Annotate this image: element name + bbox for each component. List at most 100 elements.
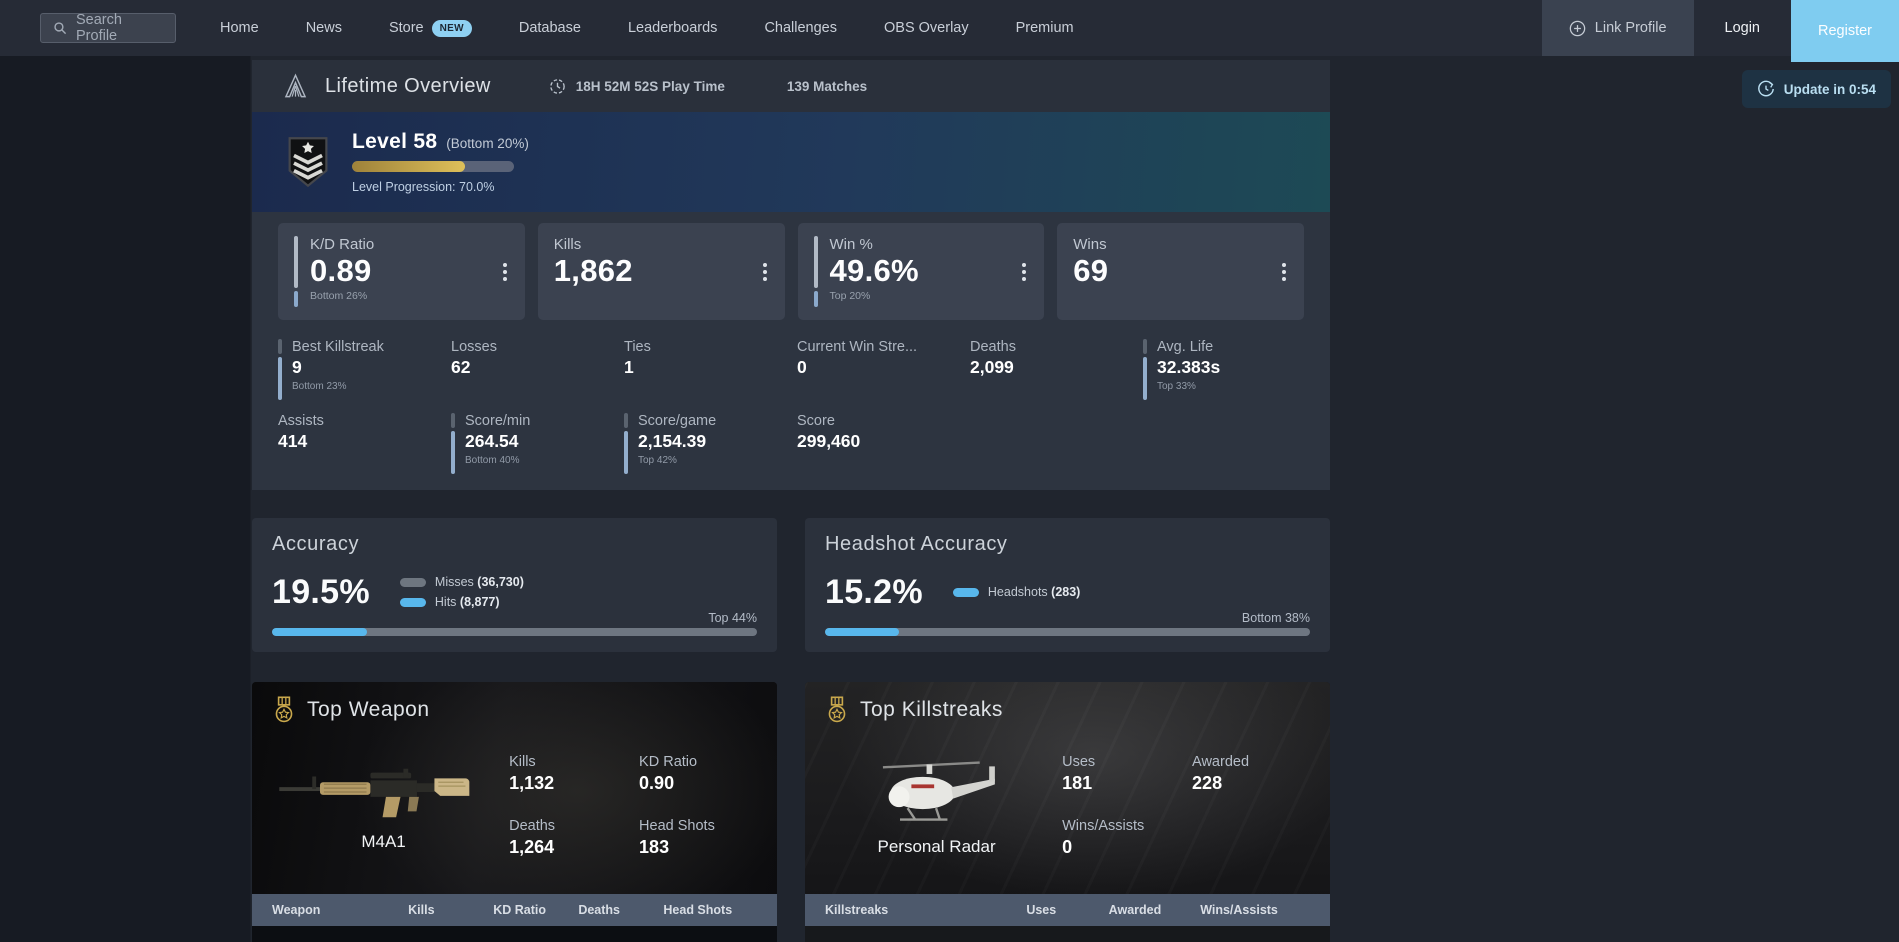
stat-value: 0 — [797, 357, 917, 378]
legend-count: (283) — [1051, 585, 1080, 599]
top-weapon-stats: Kills 1,132 KD Ratio 0.90 Deaths 1,264 — [495, 754, 757, 858]
stat-label: Best Killstreak — [292, 339, 384, 355]
matches-count: 139 Matches — [787, 79, 867, 94]
overview-header: Lifetime Overview 18H 52M 52S Play Time … — [252, 60, 1330, 112]
stat-value: 1,264 — [509, 837, 627, 858]
stat-percentile: Top 20% — [830, 290, 919, 302]
accuracy-title: Accuracy — [272, 533, 757, 556]
stat-best-killstreak: Best Killstreak 9 Bottom 23% — [278, 339, 439, 400]
medal-icon — [272, 696, 296, 724]
stat-label: Wins/Assists — [1062, 818, 1180, 834]
killstreak-stat-uses: Uses 181 — [1062, 754, 1180, 794]
stat-percentile: Bottom 26% — [310, 290, 374, 302]
weapon-stat-kills: Kills 1,132 — [509, 754, 627, 794]
stat-value: 2,154.39 — [638, 431, 716, 452]
th-weapon[interactable]: Weapon — [272, 903, 408, 917]
level-title: Level 58 — [352, 130, 437, 154]
th-wins-assists[interactable]: Wins/Assists — [1200, 903, 1310, 917]
nav-item-challenges[interactable]: Challenges — [764, 20, 837, 36]
nav-item-obs-overlay[interactable]: OBS Overlay — [884, 20, 969, 36]
nav-item-news[interactable]: News — [306, 20, 342, 36]
stat-label: Awarded — [1192, 754, 1310, 770]
stat-assists: Assists 414 — [278, 413, 439, 474]
nav-item-premium[interactable]: Premium — [1016, 20, 1074, 36]
search-profile-label: Search Profile — [76, 12, 163, 44]
search-profile-button[interactable]: Search Profile — [40, 13, 176, 43]
stat-value: 1,132 — [509, 773, 627, 794]
stats-panel: K/D Ratio 0.89 Bottom 26% Kills 1,862 Wi… — [252, 212, 1330, 490]
game-logo-icon — [282, 73, 309, 100]
register-button[interactable]: Register — [1791, 0, 1899, 62]
stat-value: 49.6% — [830, 254, 919, 287]
clock-icon — [549, 78, 566, 95]
card-menu-button[interactable] — [499, 259, 511, 285]
accuracy-percentile: Top 44% — [708, 611, 757, 628]
headshot-accuracy-percentile: Bottom 38% — [1242, 611, 1310, 628]
level-info: Level 58 (Bottom 20%) Level Progression:… — [352, 130, 529, 194]
stats-row-2: Best Killstreak 9 Bottom 23% Losses 62 T… — [278, 339, 1304, 400]
th-kd-ratio[interactable]: KD Ratio — [493, 903, 578, 917]
stat-label: KD Ratio — [639, 754, 757, 770]
top-weapon-title: Top Weapon — [307, 698, 430, 722]
stat-value: 0 — [1062, 837, 1180, 858]
weapon-image-m4a1 — [275, 760, 493, 824]
stat-label: Kills — [554, 236, 633, 253]
nav-item-leaderboards[interactable]: Leaderboards — [628, 20, 718, 36]
stat-label: Deaths — [970, 339, 1016, 355]
stat-value: 264.54 — [465, 431, 530, 452]
stat-card-win-pct: Win % 49.6% Top 20% — [798, 223, 1045, 320]
nav-item-database[interactable]: Database — [519, 20, 581, 36]
accuracy-panel: Accuracy 19.5% Misses (36,730) Hits (8,8… — [252, 518, 777, 652]
level-progress-caption: Level Progression: 70.0% — [352, 180, 529, 194]
level-progress-fill — [352, 161, 465, 172]
update-timer-button[interactable]: Update in 0:54 — [1742, 70, 1891, 108]
stat-label: Assists — [278, 413, 324, 429]
card-menu-button[interactable] — [1278, 259, 1290, 285]
killstreak-stat-awarded: Awarded 228 — [1192, 754, 1310, 794]
stat-label: Losses — [451, 339, 497, 355]
th-deaths[interactable]: Deaths — [578, 903, 663, 917]
killstreaks-table-header: Killstreaks Uses Awarded Wins/Assists — [805, 894, 1330, 926]
stat-label: Uses — [1062, 754, 1180, 770]
nav-item-store[interactable]: Store NEW — [389, 20, 472, 37]
legend-misses: Misses (36,730) — [400, 575, 524, 589]
level-percentile: (Bottom 20%) — [446, 136, 529, 151]
th-killstreaks[interactable]: Killstreaks — [825, 903, 1026, 917]
top-killstreak-name: Personal Radar — [877, 837, 995, 857]
th-uses[interactable]: Uses — [1026, 903, 1108, 917]
play-time-label: 18H 52M 52S Play Time — [576, 79, 725, 94]
stat-score-per-game: Score/game 2,154.39 Top 42% — [624, 413, 785, 474]
card-menu-button[interactable] — [1018, 259, 1030, 285]
headshot-accuracy-title: Headshot Accuracy — [825, 533, 1310, 556]
weapon-table-row-partial — [252, 926, 777, 942]
link-profile-button[interactable]: Link Profile — [1542, 0, 1694, 56]
stat-card-kd-ratio: K/D Ratio 0.89 Bottom 26% — [278, 223, 525, 320]
th-kills[interactable]: Kills — [408, 903, 493, 917]
top-killstreaks-title: Top Killstreaks — [860, 698, 1003, 722]
nav-item-store-label: Store — [389, 20, 424, 36]
th-awarded[interactable]: Awarded — [1109, 903, 1201, 917]
play-time: 18H 52M 52S Play Time — [549, 78, 725, 95]
stat-ties: Ties 1 — [624, 339, 785, 400]
page-title: Lifetime Overview — [325, 75, 491, 98]
stat-label: Score — [797, 413, 860, 429]
card-menu-button[interactable] — [759, 259, 771, 285]
stat-value: 1 — [624, 357, 651, 378]
stat-value: 183 — [639, 837, 757, 858]
medal-icon — [825, 696, 849, 724]
stat-percentile: Top 33% — [1157, 381, 1220, 392]
stat-deaths: Deaths 2,099 — [970, 339, 1131, 400]
login-button[interactable]: Login — [1694, 0, 1791, 56]
stat-cards-row: K/D Ratio 0.89 Bottom 26% Kills 1,862 Wi… — [278, 223, 1304, 320]
killstreak-stat-wins-assists: Wins/Assists 0 — [1062, 818, 1180, 858]
stats-row-3: Assists 414 Score/min 264.54 Bottom 40% … — [278, 413, 1304, 474]
th-head-shots[interactable]: Head Shots — [663, 903, 757, 917]
percentile-accent-bar — [278, 339, 282, 400]
top-killstreaks-card: Top Killstreaks — [805, 682, 1330, 942]
stat-label: K/D Ratio — [310, 236, 374, 253]
nav-item-home[interactable]: Home — [220, 20, 259, 36]
percentile-accent-bar — [1143, 339, 1147, 400]
stat-percentile: Top 42% — [638, 455, 716, 466]
stat-label: Win % — [830, 236, 919, 253]
stat-score-per-min: Score/min 264.54 Bottom 40% — [451, 413, 612, 474]
